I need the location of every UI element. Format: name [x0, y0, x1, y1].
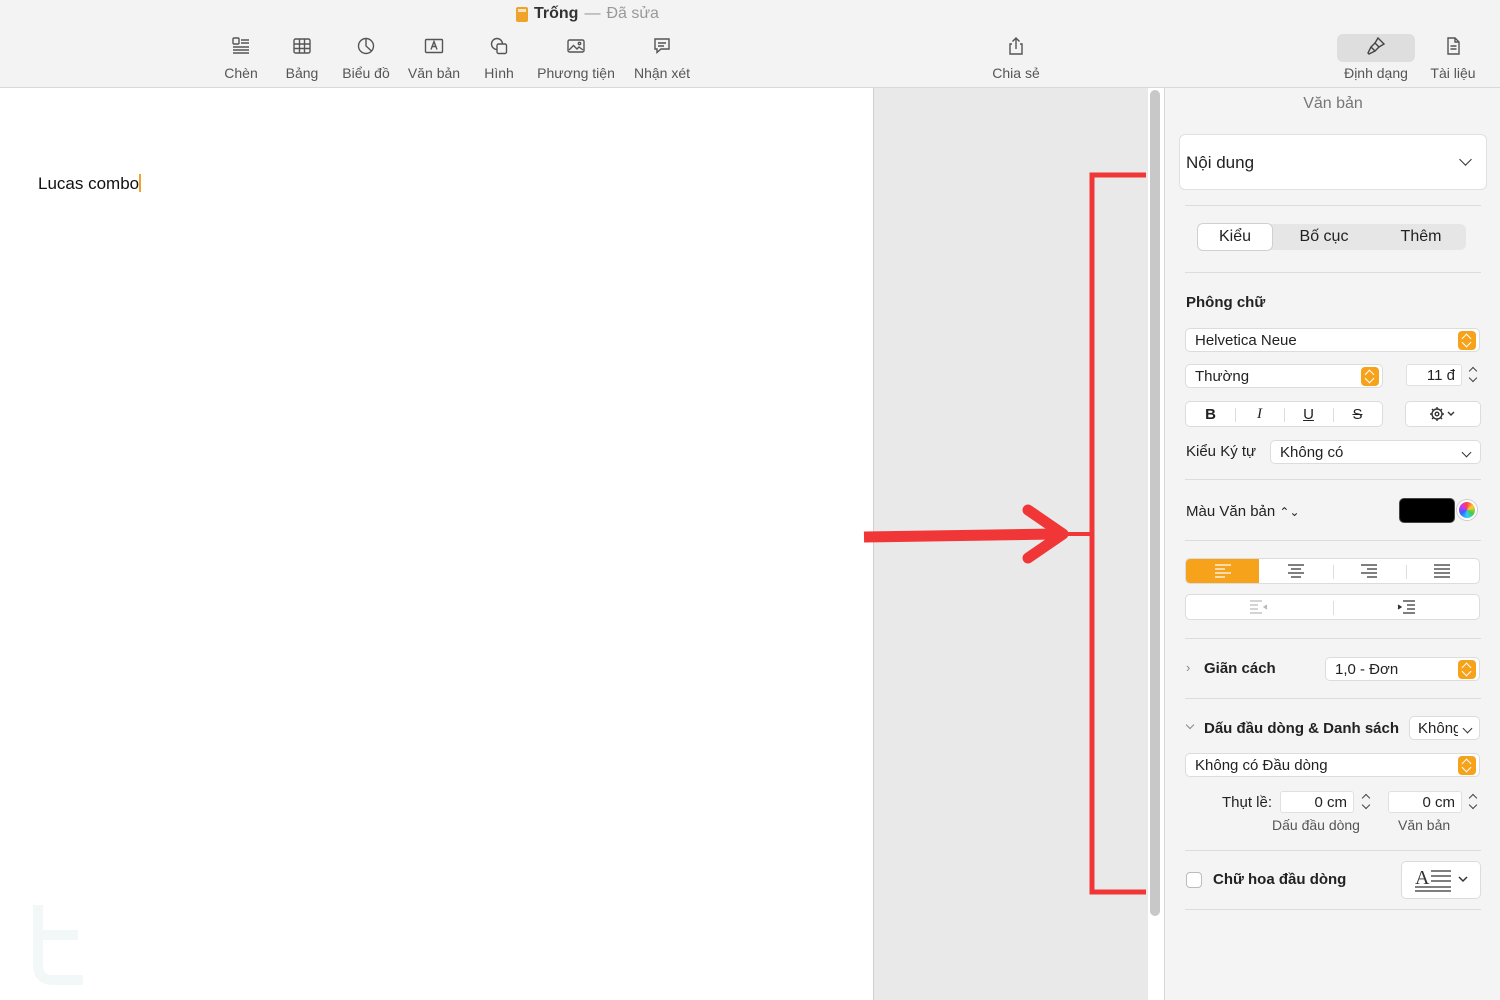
chevron-right-icon[interactable]: › [1186, 660, 1190, 675]
text-color-label[interactable]: Màu Văn bản ⌃⌄ [1186, 503, 1300, 520]
popup-stepper-icon [1458, 331, 1476, 350]
spacing-label: Giãn cách [1204, 660, 1276, 677]
text-indent-field[interactable]: 0 cm [1388, 791, 1462, 813]
advanced-options-button[interactable] [1405, 401, 1481, 427]
bullet-indent-caption: Dấu đầu dòng [1272, 817, 1360, 833]
popup-stepper-icon [1361, 367, 1379, 386]
text-indent-caption: Văn bản [1398, 817, 1451, 833]
gear-icon [1430, 407, 1455, 421]
increase-indent-icon [1397, 600, 1415, 614]
textbox-button[interactable]: Văn bản [406, 36, 462, 81]
align-center-button[interactable] [1259, 559, 1332, 583]
justify-button[interactable] [1405, 559, 1479, 583]
decrease-indent-button[interactable] [1186, 595, 1333, 619]
paintbrush-icon [1367, 36, 1386, 55]
document-title: Trống [534, 5, 579, 22]
italic-button[interactable]: I [1235, 402, 1284, 426]
char-style-popup[interactable]: Không có [1270, 440, 1481, 464]
align-right-icon [1361, 564, 1378, 578]
decrease-indent-icon [1250, 600, 1268, 614]
sidebar-header: Văn bản [1303, 95, 1363, 112]
color-wheel-icon[interactable] [1457, 500, 1477, 520]
underline-button[interactable]: U [1284, 402, 1333, 426]
justify-icon [1434, 564, 1451, 578]
text-color-swatch[interactable] [1399, 498, 1455, 523]
document-icon [1447, 37, 1460, 55]
insert-button[interactable]: Chèn [222, 36, 260, 81]
media-icon [567, 39, 585, 53]
share-button[interactable]: Chia sẻ [990, 36, 1042, 81]
tab-more[interactable]: Thêm [1376, 224, 1466, 250]
drop-cap-checkbox[interactable] [1186, 872, 1202, 888]
insert-icon [232, 37, 249, 54]
indent-label: Thụt lề: [1222, 794, 1273, 811]
toolbar: Trống — Đã sửa Chèn Bảng Biểu đồ Văn bản… [0, 0, 1500, 88]
svg-text:A: A [1415, 867, 1430, 889]
pages-document-icon [516, 6, 528, 22]
chevron-down-icon[interactable] [1185, 720, 1195, 730]
bullet-indent-field[interactable]: 0 cm [1280, 791, 1354, 813]
font-size-field[interactable]: 11 đ [1406, 364, 1462, 386]
font-section-label: Phông chữ [1186, 294, 1266, 311]
bullets-popup[interactable]: Không [1409, 716, 1480, 740]
annotation-bracket [1089, 172, 1146, 895]
font-size-stepper[interactable] [1467, 364, 1479, 386]
table-icon [293, 38, 311, 54]
drop-cap-label: Chữ hoa đầu dòng [1213, 871, 1347, 888]
text-indent-stepper[interactable] [1467, 791, 1479, 813]
typeface-popup[interactable]: Thường [1185, 364, 1383, 388]
chart-button[interactable]: Biểu đồ [340, 36, 392, 81]
textbox-icon [424, 38, 444, 54]
document-page[interactable]: Lucas combo [0, 88, 873, 1000]
shape-icon [490, 37, 508, 55]
align-right-button[interactable] [1332, 559, 1406, 583]
annotation-arrow-shaft [863, 528, 1056, 543]
format-button[interactable]: Định dạng [1338, 36, 1414, 81]
tab-layout[interactable]: Bố cục [1272, 224, 1376, 250]
format-sidebar: Văn bản Nội dung Kiểu Bố cục Thêm Phông … [1164, 88, 1500, 1000]
watermark-logo-icon [33, 905, 83, 985]
chevron-down-icon [1461, 447, 1472, 458]
share-icon [1009, 37, 1023, 55]
paragraph-style-selector[interactable]: Nội dung [1179, 134, 1487, 190]
chevron-down-icon [1462, 723, 1473, 734]
bold-button[interactable]: B [1186, 402, 1235, 426]
font-family-popup[interactable]: Helvetica Neue [1185, 328, 1480, 352]
align-left-button[interactable] [1186, 559, 1260, 583]
document-button[interactable]: Tài liệu [1428, 36, 1478, 81]
increase-indent-button[interactable] [1332, 595, 1480, 619]
spacing-popup[interactable]: 1,0 - Đơn [1325, 657, 1480, 681]
comment-button[interactable]: Nhận xét [632, 36, 692, 81]
shape-button[interactable]: Hình [482, 36, 516, 81]
annotation-arrow-bracket [863, 172, 1146, 895]
window-title: Trống — Đã sửa [516, 5, 659, 23]
align-center-icon [1287, 564, 1304, 578]
strikethrough-button[interactable]: S [1333, 402, 1382, 426]
comment-icon [654, 38, 670, 55]
format-tabs: Kiểu Bố cục Thêm [1198, 224, 1466, 250]
bullet-indent-stepper[interactable] [1360, 791, 1372, 813]
chevron-down-icon [1459, 153, 1472, 166]
drop-cap-icon: A [1415, 867, 1468, 892]
bullets-label: Dấu đầu dòng & Danh sách [1204, 720, 1400, 737]
char-style-label: Kiểu Ký tự [1186, 443, 1257, 460]
chart-icon [357, 37, 375, 55]
alignment-buttons [1185, 558, 1480, 584]
popup-stepper-icon [1458, 756, 1476, 775]
popup-stepper-icon [1458, 660, 1476, 679]
drop-cap-style-button[interactable]: A [1401, 861, 1481, 899]
tab-style[interactable]: Kiểu [1198, 224, 1272, 250]
paragraph-style-value: Nội dung [1186, 153, 1255, 172]
align-left-icon [1214, 564, 1231, 578]
list-style-popup[interactable]: Không có Đầu dòng [1185, 753, 1480, 777]
font-style-buttons: B I U S [1185, 401, 1383, 427]
edited-status: Đã sửa [606, 5, 659, 22]
document-body-text[interactable]: Lucas combo [38, 174, 142, 194]
media-button[interactable]: Phương tiện [536, 36, 616, 81]
text-cursor [139, 174, 142, 192]
indent-buttons [1185, 594, 1480, 620]
table-button[interactable]: Bảng [284, 36, 320, 81]
